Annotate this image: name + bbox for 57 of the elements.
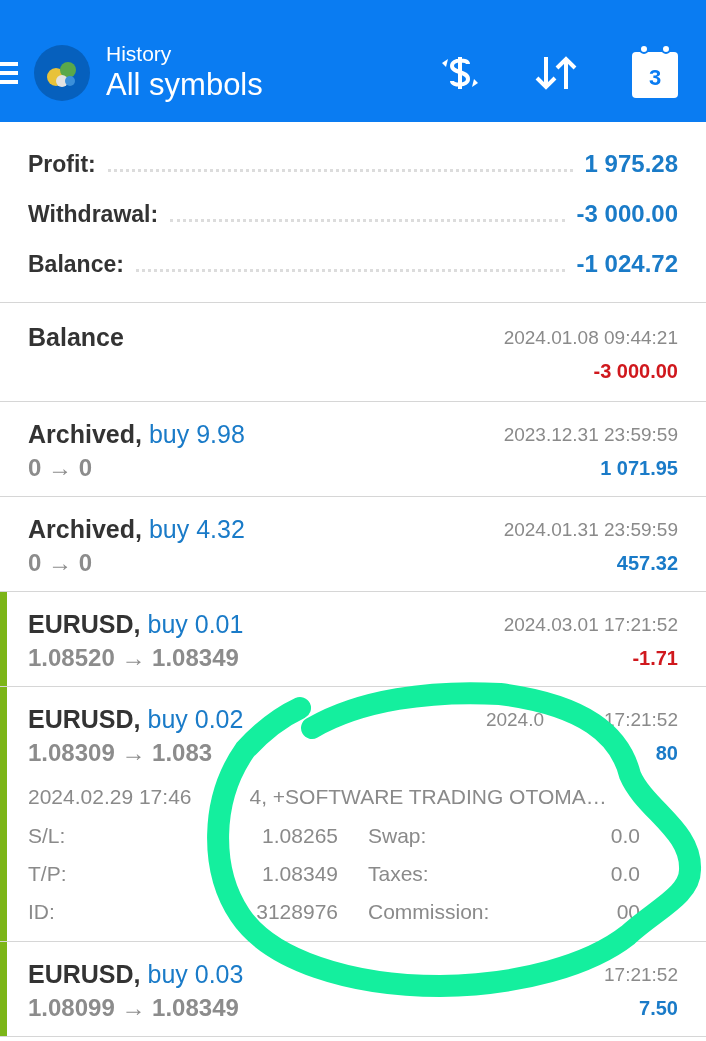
screen-subtitle: History [106, 42, 173, 66]
deal-profit: 1 071.95 [600, 456, 678, 481]
deal-comment: 4, +SOFTWARE TRADING OTOMA… [249, 784, 607, 811]
deal-prices: 0 → 0 [28, 453, 93, 483]
deal-action: buy 0.02 [147, 704, 244, 736]
detail-value: 0.0 [610, 861, 640, 888]
summary-value: -1 024.72 [576, 249, 678, 279]
deal-symbol: EURUSD, [28, 959, 141, 991]
deal-row[interactable]: EURUSD, buy 0.01 2024.03.01 17:21:52 1.08520 → 1.08349 -1.71 [0, 592, 706, 687]
deal-profit: 457.32 [616, 551, 678, 576]
detail-value: 1.08349 [262, 861, 338, 888]
deal-action: buy 0.01 [147, 609, 244, 641]
deal-prices: 0 → 0 [28, 548, 93, 578]
detail-label: ID: [28, 899, 55, 926]
deal-time: 2024.01.08 09:44:21 [503, 325, 678, 350]
deal-profit: -3 000.00 [593, 359, 678, 384]
deal-row[interactable]: Archived, buy 9.98 2023.12.31 23:59:59 0 → 0 1 071.95 [0, 402, 706, 497]
summary-label: Withdrawal: [28, 199, 159, 229]
deal-prices: 1.08309 → 1.083 [28, 738, 213, 768]
detail-label: Commission: [368, 899, 490, 926]
summary-label: Profit: [28, 149, 96, 179]
deal-prices: 1.08099 → 1.08349 [28, 993, 239, 1023]
deal-action: buy 0.03 [147, 959, 244, 991]
deal-prices: 1.08520 → 1.08349 [28, 643, 239, 673]
deal-action: buy 4.32 [148, 514, 245, 546]
summary-value: 1 975.28 [584, 149, 678, 179]
deal-row[interactable]: Archived, buy 4.32 2024.01.31 23:59:59 0 → 0 457.32 [0, 497, 706, 592]
deal-symbol: Archived, [28, 514, 142, 546]
detail-label: T/P: [28, 861, 67, 888]
deal-row[interactable]: EURUSD, buy 0.03 17:21:52 1.08099 → 1.08349 7.50 [0, 942, 706, 1037]
deal-symbol: EURUSD, [28, 609, 141, 641]
summary-value: -3 000.00 [576, 199, 678, 229]
deal-comment: 2024.02.29 17:46 [28, 784, 192, 811]
deal-symbol: Balance [28, 322, 124, 354]
deal-time: 17:21:52 [604, 707, 678, 732]
app-logo-icon[interactable] [34, 45, 90, 101]
detail-label: Swap: [368, 823, 427, 850]
deal-action: buy 9.98 [148, 419, 245, 451]
deal-row[interactable]: Balance 2024.01.08 09:44:21 -3 000.00 [0, 303, 706, 402]
deal-symbol: EURUSD, [28, 704, 141, 736]
deal-profit: 7.50 [639, 996, 678, 1021]
detail-label: Taxes: [368, 861, 429, 888]
deal-profit: 80 [655, 741, 678, 766]
deal-profit: -1.71 [632, 646, 678, 671]
detail-value: 0.0 [610, 823, 640, 850]
menu-icon[interactable] [0, 62, 18, 84]
summary-label: Balance: [28, 249, 124, 279]
deal-time: 2024.01.31 23:59:59 [503, 517, 678, 542]
detail-label: S/L: [28, 823, 66, 850]
detail-value: 3128976 [256, 899, 338, 926]
detail-value: 1.08265 [262, 823, 338, 850]
deal-time: 2024.03.01 17:21:52 [503, 612, 678, 637]
deal-time: 2024.0 [485, 707, 545, 732]
deal-symbol: Archived, [28, 419, 142, 451]
deal-time: 2023.12.31 23:59:59 [503, 422, 678, 447]
screen-title: All symbols [106, 66, 263, 104]
deal-time: 17:21:52 [604, 962, 678, 987]
